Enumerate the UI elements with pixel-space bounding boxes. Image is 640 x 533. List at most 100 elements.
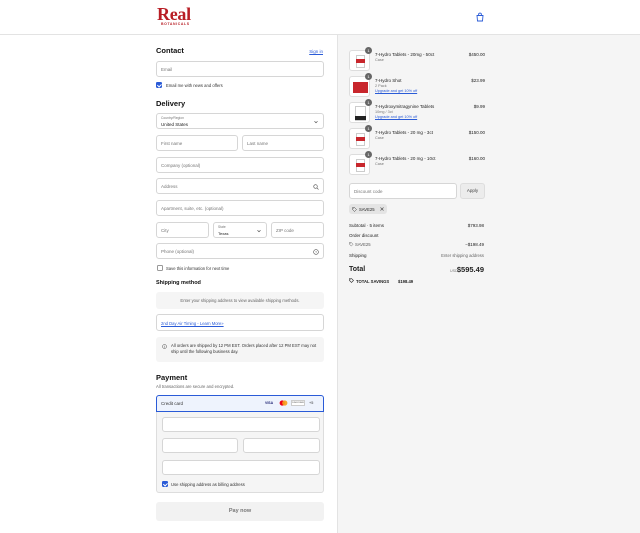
company-field[interactable]: Company (optional) [156,157,324,173]
shipping-notice: Enter your shipping address to view avai… [156,292,324,309]
state-value: Texas [218,230,229,236]
total-label: Total [349,266,366,273]
zip-field[interactable]: ZIP code [271,222,324,238]
close-icon[interactable] [380,207,384,211]
shipping-value: Enter shipping address [441,253,484,258]
discount-placeholder: Discount code [354,189,383,194]
info-icon [162,344,167,349]
cart-item: 1 7-Hydro Tablets - 20 mg - 3ct Case $15… [349,125,485,152]
shipping-heading: Shipping method [156,280,201,286]
city-field[interactable]: City [156,222,209,238]
cart-item: 1 7-Hydro Shot 2 Pack Upgrade and get 10… [349,73,485,100]
quantity-badge: 1 [365,125,372,132]
tag-icon [352,206,357,212]
visa-icon: VISA [265,401,274,405]
address-field[interactable]: Address [156,178,324,194]
more-cards-badge: +5 [309,401,314,405]
save-info-checkbox[interactable] [157,265,163,271]
apply-button[interactable]: Apply [460,183,485,199]
last-name-field[interactable]: Last name [242,135,324,151]
item-price: $450.00 [468,52,485,57]
shopping-bag-icon[interactable] [475,12,485,22]
card-name-field[interactable] [162,460,320,475]
state-label: State [218,225,226,229]
order-discount-code: SAVE25 [355,242,371,247]
save-info-label: Save this information for next time [166,266,230,271]
logo-subtitle: BOTANICALS [161,22,190,26]
tag-icon [349,278,354,283]
quantity-badge: 1 [365,99,372,106]
delivery-heading: Delivery [156,99,186,108]
phone-field[interactable]: Phone (optional) ? [156,243,324,259]
item-price: $150.00 [468,130,485,135]
country-label: Country/Region [161,116,184,120]
order-discount-label: Order discount [349,233,379,238]
pay-now-button[interactable]: Pay now [156,502,324,521]
zip-placeholder: ZIP code [276,228,294,233]
country-value: United States [161,121,189,127]
city-placeholder: City [161,228,169,233]
svg-text:?: ? [315,250,317,254]
first-name-placeholder: First name [161,141,183,146]
discount-code-field[interactable]: Discount code [349,183,457,199]
quantity-badge: 1 [365,73,372,80]
air-timing-box: 2nd Day Air Timing - Learn More» [156,314,324,331]
item-variant: 10mg / 3ct [375,110,393,114]
total-savings-label: TOTAL SAVINGS [356,279,390,284]
phone-placeholder: Phone (optional) [161,249,195,254]
email-field[interactable]: Email [156,61,324,77]
discover-icon: DISCOVER [291,400,305,406]
shipping-notice-text: Enter your shipping address to view avai… [180,298,300,303]
country-select[interactable]: Country/Region United States [156,113,324,129]
item-name: 7-Hydro Tablets - 20mg - 50ct [375,52,435,57]
card-expiry-field[interactable] [162,438,238,453]
billing-same-checkbox[interactable] [162,481,168,487]
discount-tag-code: SAVE25 [359,207,375,212]
payment-heading: Payment [156,373,188,382]
item-variant: Case [375,58,384,62]
chevron-down-icon [314,120,318,123]
card-number-field[interactable] [162,417,320,432]
order-discount-value: −$198.49 [465,242,484,247]
contact-heading: Contact [156,46,184,55]
header: Real BOTANICALS [0,0,640,35]
item-price: $23.99 [471,78,485,83]
item-name: 7-Hydro Tablets - 20 mg - 10ct [375,156,436,161]
upgrade-link[interactable]: Upgrade and get 10% off [375,115,417,119]
quantity-badge: 1 [365,151,372,158]
shipping-info-text: All orders are shipped by 12 PM EST. Ord… [171,343,317,354]
first-name-field[interactable]: First name [156,135,238,151]
item-variant: Case [375,136,384,140]
item-name: 7-Hydro Tablets - 20 mg - 3ct [375,130,433,135]
item-variant: Case [375,162,384,166]
credit-card-option[interactable]: Credit card VISA DISCOVER +5 [156,395,324,412]
item-price: $160.00 [468,156,485,161]
sign-in-link[interactable]: Sign in [309,49,323,54]
cart-item: 1 7-Hydro Tablets - 20 mg - 10ct Case $1… [349,151,485,178]
company-placeholder: Company (optional) [161,163,201,168]
discount-tag: SAVE25 [349,204,387,214]
state-select[interactable]: State Texas [213,222,267,238]
apartment-field[interactable]: Apartment, suite, etc. (optional) [156,200,324,216]
help-icon[interactable]: ? [313,248,319,255]
shipping-label: Shipping [349,253,367,258]
logo[interactable]: Real [157,5,191,23]
payment-subtitle: All transactions are secure and encrypte… [156,384,235,389]
subtotal-value: $793.98 [467,223,484,228]
item-variant: 2 Pack [375,84,387,88]
news-checkbox[interactable] [156,82,162,88]
shipping-info-box: All orders are shipped by 12 PM EST. Ord… [156,337,324,362]
upgrade-link[interactable]: Upgrade and get 10% off [375,89,417,93]
subtotal-label: Subtotal · 5 items [349,223,385,228]
last-name-placeholder: Last name [247,141,269,146]
air-timing-link[interactable]: 2nd Day Air Timing - Learn More» [161,321,224,326]
item-price: $9.99 [473,104,485,109]
item-name: 7-Hydroxymitragynine Tablets [375,104,435,109]
quantity-badge: 1 [365,47,372,54]
apartment-placeholder: Apartment, suite, etc. (optional) [161,206,224,211]
tag-icon [349,242,354,247]
total-value: $595.49 [456,265,484,274]
cart-item: 1 7-Hydroxymitragynine Tablets 10mg / 3c… [349,99,485,126]
card-cvv-field[interactable] [243,438,320,453]
credit-card-label: Credit card [161,401,184,406]
